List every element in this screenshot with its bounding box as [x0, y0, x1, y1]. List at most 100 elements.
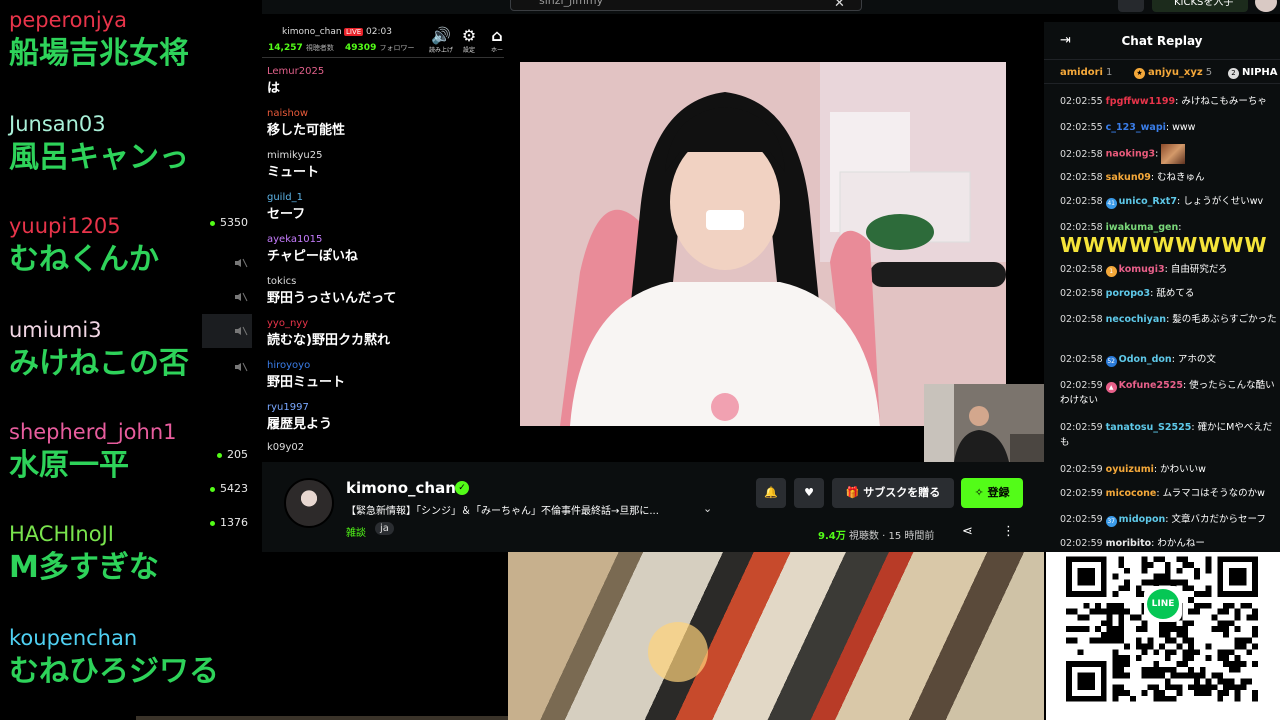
language-tag[interactable]: ja — [375, 522, 394, 535]
category-link[interactable]: 雑談 — [346, 524, 366, 539]
follow-icon: ✧ — [974, 486, 988, 499]
chat-separator: : — [1178, 222, 1182, 233]
overlay-chat-message: ayeka1015 チャピーぽいね — [267, 234, 358, 266]
chat-username[interactable]: unico_Rxt7 — [1119, 196, 1177, 207]
chat-text: 自由研究だろ — [1170, 264, 1228, 275]
chat-username[interactable]: Kofune2525 — [1119, 380, 1183, 391]
chat-timestamp: 02:02:58 — [1060, 172, 1103, 183]
webcam-pip[interactable] — [924, 384, 1044, 462]
chat-message: 02:02:58 41 unico_Rxt7: しょうがくせいwv — [1060, 194, 1280, 209]
menu-button[interactable] — [1118, 0, 1144, 12]
overlay-chat-text: セーフ — [267, 207, 306, 222]
chat-username[interactable]: poropo3 — [1106, 288, 1150, 299]
chat-timestamp: 02:02:58 — [1060, 264, 1103, 275]
overlay-chat-message: mimikyu25 ミュート — [267, 150, 322, 182]
overlay-user: Junsan03 — [9, 112, 106, 136]
emote-icon — [1161, 144, 1186, 164]
channel-name[interactable]: kimono_chan — [346, 479, 456, 497]
chat-username[interactable]: c_123_wapi — [1106, 122, 1166, 133]
chat-username[interactable]: oyuizumi — [1106, 464, 1154, 475]
read-aloud-icon[interactable]: 🔊 読み上げ — [428, 26, 454, 54]
chat-timestamp: 02:02:58 — [1060, 148, 1103, 160]
home-icon[interactable]: ⌂ ホー — [484, 26, 504, 54]
chat-username[interactable]: moribito — [1106, 538, 1152, 549]
channel-avatar[interactable] — [284, 478, 334, 528]
live-badge: LIVE — [344, 28, 364, 36]
overlay-chat-text: 読むな)野田クカ黙れ — [267, 333, 390, 348]
gifter[interactable]: amidori 1 — [1060, 67, 1112, 78]
notification-bell-button[interactable]: 🔔 — [756, 478, 786, 508]
overlay-chat-message: ryu1997 履歴見よう — [267, 402, 332, 434]
more-options-icon[interactable]: ⋮ — [1002, 524, 1015, 539]
artwork-image — [508, 552, 1044, 720]
chat-timestamp: 02:02:59 — [1060, 422, 1103, 433]
overlay-message: 水原一平 — [9, 448, 129, 483]
gift-sub-button[interactable]: 🎁 サブスクを贈る — [832, 478, 954, 508]
chat-replay-panel: ⇥ Chat Replay amidori 1 ★ anjyu_xyz 5 2 NIPH… — [1044, 22, 1280, 552]
chat-timestamp: 02:02:55 — [1060, 122, 1103, 133]
overlay-chat-message: yyo_nyy 読むな)野田クカ黙れ — [267, 318, 390, 350]
gift-badge-icon: 2 — [1228, 68, 1239, 79]
comment-overlay: peperonjya 船場吉兆女将 Junsan03 風呂キャンっ yuupi1… — [0, 0, 260, 720]
gifter[interactable]: ★ anjyu_xyz 5 — [1134, 67, 1212, 79]
overlay-chat-message: tokics 野田うっさいんだって — [267, 276, 396, 308]
get-kicks-button[interactable]: KICKSを入手 — [1152, 0, 1248, 12]
overlay-chat-user: guild_1 — [267, 192, 303, 203]
views-count: 9.4万 — [818, 531, 846, 542]
chat-text: WWWWWWWWW — [1060, 233, 1268, 257]
muted-icon — [235, 258, 248, 268]
chat-timestamp: 02:02:59 — [1060, 464, 1103, 475]
published-ago: 15 時間前 — [888, 531, 935, 542]
overlay-message: みけねこの否 — [9, 346, 189, 381]
viewer-count: 1376 — [210, 516, 248, 529]
follower-stat: 49309 — [345, 43, 377, 53]
close-icon[interactable]: ✕ — [834, 0, 845, 11]
chat-message: 02:02:55 fpgffww1199: みけねこもみーちゃ — [1060, 94, 1280, 109]
settings-icon[interactable]: ⚙ 設定 — [456, 26, 482, 54]
chat-timestamp: 02:02:59 — [1060, 488, 1103, 499]
overlay-chat-user: Lemur2025 — [267, 66, 325, 77]
overlay-chat-text: 野田うっさいんだって — [267, 291, 397, 306]
overlay-user: koupenchan — [9, 626, 138, 650]
chat-message: 02:02:59 ▲ Kofune2525: 使ったらこんな酷いわけない — [1060, 378, 1280, 408]
chat-username[interactable]: komugi3 — [1119, 264, 1165, 275]
chat-username[interactable]: midopon — [1119, 514, 1166, 525]
overlay-chat-user: ayeka1015 — [267, 234, 323, 245]
subscriber-badge-icon: ▲ — [1105, 382, 1117, 393]
chat-username[interactable]: tanatosu_S2525 — [1106, 422, 1192, 433]
overlay-chat-message: guild_1 セーフ — [267, 192, 305, 224]
stream-video[interactable] — [520, 62, 1006, 426]
overlay-user: HACHInoJI — [9, 522, 114, 546]
chat-message: 02:02:58 52 Odon_don: アホの文 — [1060, 352, 1280, 367]
overlay-comment: koupenchan むねひろジワる — [9, 626, 219, 690]
overlay-comment: peperonjya 船場吉兆女将 — [9, 8, 189, 72]
gift-badge-icon: ★ — [1134, 68, 1145, 79]
share-icon[interactable]: ⋖ — [962, 524, 973, 539]
chat-username[interactable]: micocone — [1106, 488, 1157, 499]
chat-username[interactable]: fpgffww1199 — [1106, 96, 1175, 107]
chevron-down-icon[interactable]: ⌄ — [703, 502, 712, 515]
chat-text: むねきゅん — [1157, 172, 1205, 183]
gifter[interactable]: 2 NIPHA — [1228, 67, 1278, 79]
chat-message: 02:02:55 c_123_wapi: www — [1060, 120, 1280, 135]
chat-text: ムラマコはそうなのかw — [1162, 488, 1265, 499]
viewer-stat: 14,257 — [268, 43, 303, 53]
subscriber-badge-icon: 41 — [1105, 198, 1117, 209]
chat-timestamp: 02:02:58 — [1060, 288, 1103, 299]
chat-message: 02:02:58 poropo3: 舐めてる — [1060, 286, 1280, 301]
chat-username[interactable]: iwakuma_gen — [1106, 222, 1179, 233]
heart-button[interactable]: ♥ — [794, 478, 824, 508]
follow-button[interactable]: ✧ 登録 — [961, 478, 1023, 508]
chat-username[interactable]: naoking3 — [1106, 149, 1155, 160]
chat-text: わかんねー — [1157, 538, 1205, 549]
overlay-comment: umiumi3 みけねこの否 — [9, 318, 189, 382]
chat-username[interactable]: Odon_don — [1119, 354, 1172, 365]
search-input[interactable]: sinzi_jimmy — [510, 0, 862, 11]
overlay-comment: shepherd_john1 水原一平 — [9, 420, 177, 484]
chat-message: 02:02:58 1 komugi3: 自由研究だろ — [1060, 262, 1280, 277]
chat-username[interactable]: necochiyan — [1106, 314, 1166, 325]
chat-title: Chat Replay — [1121, 34, 1203, 48]
chat-message: 02:02:59 moribito: わかんねー — [1060, 536, 1280, 551]
chat-username[interactable]: sakun09 — [1106, 172, 1151, 183]
chat-text: アホの文 — [1177, 354, 1216, 365]
